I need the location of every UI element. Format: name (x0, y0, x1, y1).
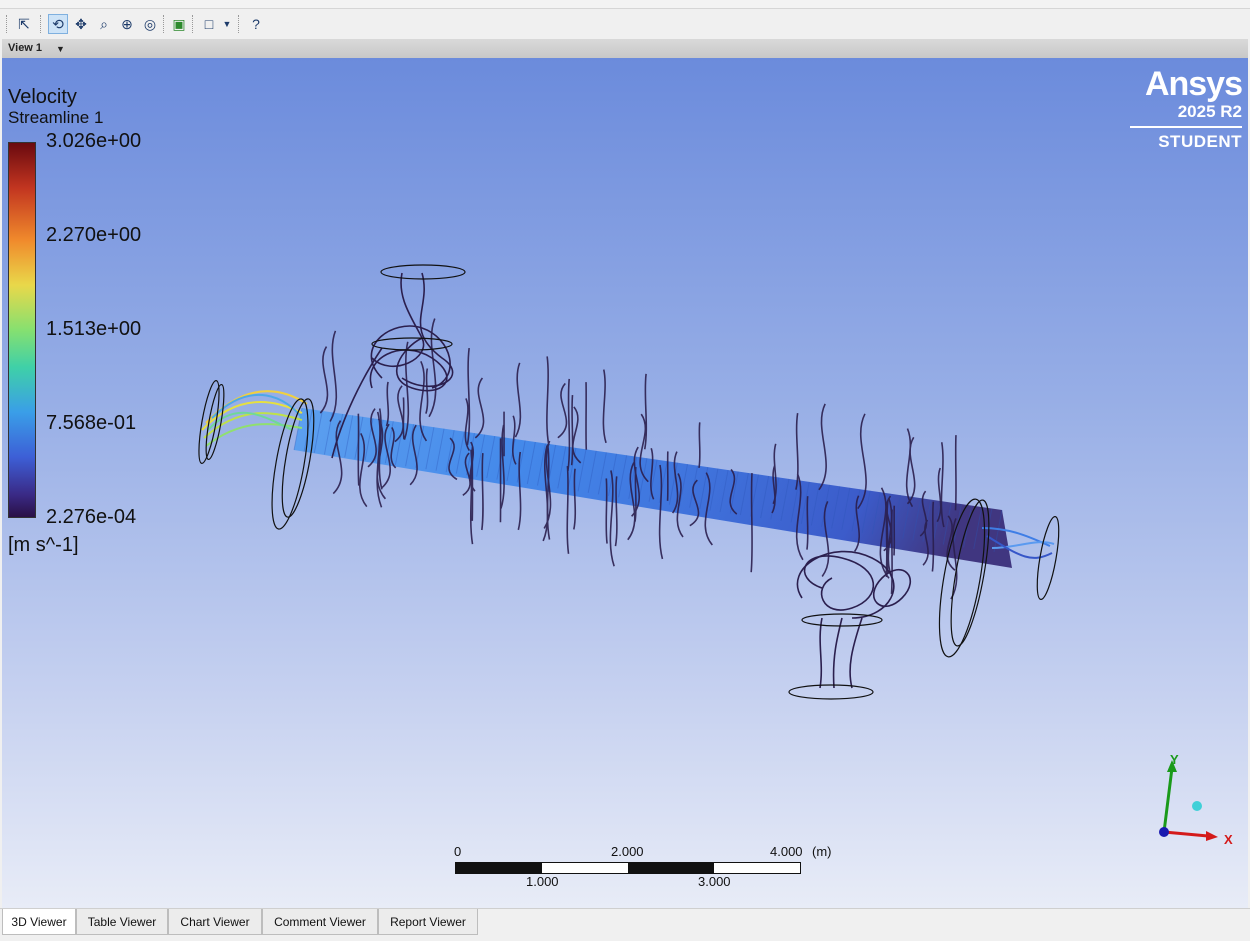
legend-title: Velocity (8, 86, 77, 108)
toolbar-grip (6, 15, 9, 33)
streamline (558, 383, 567, 437)
chevron-down-icon[interactable]: ▼ (217, 14, 237, 34)
tab-comment-viewer[interactable]: Comment Viewer (262, 909, 378, 935)
scale-label-4: 4.000 (770, 844, 803, 859)
pan-icon[interactable]: ✥ (71, 14, 91, 34)
tab-table-viewer[interactable]: Table Viewer (76, 909, 168, 935)
tab-chart-viewer[interactable]: Chart Viewer (168, 909, 262, 935)
streamline (886, 511, 887, 573)
toolbar-separator (192, 15, 195, 33)
color-scale-bar (8, 142, 36, 518)
legend-tick-3: 1.513e+00 (46, 318, 141, 341)
view-label: View 1 (8, 42, 42, 54)
chevron-down-icon[interactable]: ▼ (56, 44, 65, 54)
streamline (320, 347, 327, 413)
zoom-box-icon[interactable]: ⊕ (117, 14, 137, 34)
scale-label-1: 1.000 (526, 874, 559, 889)
scale-bar: 0 2.000 4.000 (m) 1.000 3.000 (454, 844, 854, 892)
zoom-fit-icon[interactable]: ◎ (140, 14, 160, 34)
title-strip (0, 0, 1250, 9)
legend-tick-2: 2.270e+00 (46, 224, 141, 247)
legend-tick-max: 3.026e+00 (46, 130, 141, 153)
heat-exchanger-scene (2, 58, 1248, 908)
streamline (606, 478, 607, 543)
3d-viewport[interactable]: Velocity Streamline 1 3.026e+00 2.270e+0… (2, 58, 1248, 908)
logo-version: 2025 R2 (1126, 102, 1242, 122)
scale-label-2: 2.000 (611, 844, 644, 859)
toolbar-separator (238, 15, 241, 33)
streamline (807, 496, 808, 549)
streamline (330, 331, 336, 422)
streamline (574, 469, 575, 530)
legend-tick-4: 7.568e-01 (46, 412, 136, 435)
tab-report-viewer[interactable]: Report Viewer (378, 909, 478, 935)
legend-tick-min: 2.276e-04 (46, 506, 136, 529)
streamline (467, 348, 469, 445)
streamline (699, 422, 700, 467)
streamline (475, 378, 483, 438)
rotate-icon[interactable]: ⟲ (48, 14, 68, 34)
zoom-icon[interactable]: ⌕ (94, 14, 114, 34)
scale-track (455, 862, 801, 874)
streamline (796, 413, 798, 490)
streamline (387, 382, 389, 426)
streamline (751, 473, 752, 572)
streamline (403, 397, 404, 439)
toolbar-separator (40, 15, 43, 33)
axis-x-label: X (1224, 832, 1233, 847)
streamline (615, 476, 616, 546)
logo-edition: STUDENT (1126, 132, 1242, 152)
axis-y-label: Y (1170, 752, 1179, 767)
scale-segment (456, 863, 542, 873)
streamline (482, 453, 483, 530)
ansys-logo: Ansys 2025 R2 STUDENT (1126, 66, 1242, 152)
streamline (567, 466, 568, 554)
streamline (932, 502, 933, 572)
fit-view-icon[interactable]: ▣ (169, 14, 189, 34)
scale-label-0: 0 (454, 844, 461, 859)
streamline (547, 356, 549, 445)
logo-brand: Ansys (1126, 66, 1242, 102)
scale-label-3: 3.000 (698, 874, 731, 889)
viewer-toolbar: ⇱ ⟲ ✥ ⌕ ⊕ ◎ ▣ □ ▼ ? (0, 9, 1250, 39)
streamline (572, 395, 573, 465)
viewer-tabs: 3D Viewer Table Viewer Chart Viewer Comm… (0, 908, 1250, 941)
streamline (515, 363, 520, 437)
legend-units: [m s^-1] (8, 534, 79, 557)
streamline (955, 435, 956, 510)
legend-subtitle: Streamline 1 (8, 108, 103, 128)
scale-segment (628, 863, 714, 873)
tab-3d-viewer[interactable]: 3D Viewer (2, 909, 76, 935)
help-pointer-icon[interactable]: ? (246, 14, 266, 34)
streamline (819, 404, 826, 490)
streamline (892, 509, 893, 593)
logo-divider (1130, 126, 1242, 128)
view-selector[interactable]: View 1 ▼ (2, 39, 1248, 58)
viewport-layout-icon[interactable]: □ (199, 14, 219, 34)
toolbar-separator (163, 15, 166, 33)
axis-triad: Y X (1142, 748, 1242, 848)
streamline (603, 370, 606, 443)
scale-unit: (m) (812, 844, 832, 859)
select-icon[interactable]: ⇱ (14, 14, 34, 34)
